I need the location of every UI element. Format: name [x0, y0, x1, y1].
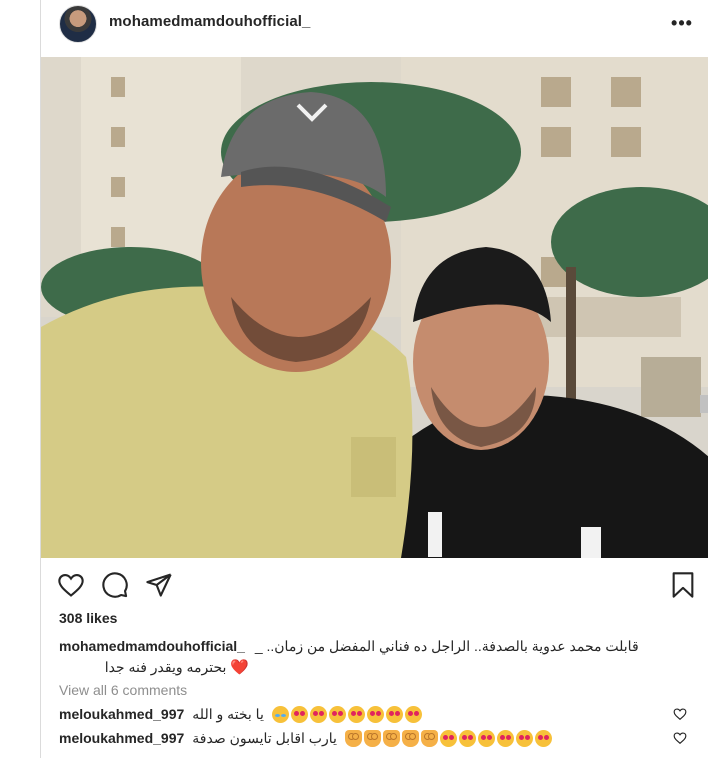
post-caption: mohamedmamdouhofficial_ قابلت محمد عدوية…: [59, 636, 689, 678]
heart-eyes-emoji-icon: [290, 705, 308, 723]
post-photo[interactable]: [41, 57, 708, 558]
comment-row: meloukahmed_997 يارب اقابل تايسون صدفة: [59, 727, 699, 749]
profile-avatar[interactable]: [59, 5, 97, 43]
heart-eyes-emoji-icon: [328, 705, 346, 723]
page-scrollbar[interactable]: [700, 395, 708, 413]
heart-eyes-emoji-icon: [347, 705, 365, 723]
comment-like-heart-icon[interactable]: [673, 707, 687, 721]
heart-eyes-emoji-icon: [458, 729, 476, 747]
praying-hands-emoji-icon: [401, 729, 419, 747]
instagram-post: mohamedmamdouhofficial_ ••• 308 likes mo…: [40, 0, 708, 758]
caption-username[interactable]: mohamedmamdouhofficial_: [59, 638, 245, 654]
comment-text: يارب اقابل تايسون صدفة: [192, 729, 337, 746]
like-heart-icon[interactable]: [57, 571, 85, 599]
comment-icon[interactable]: [101, 571, 129, 599]
action-bar: [41, 565, 708, 605]
praying-hands-emoji-icon: [382, 729, 400, 747]
heart-eyes-emoji-icon: [515, 729, 533, 747]
comment-username[interactable]: meloukahmed_997: [59, 706, 184, 722]
heart-eyes-emoji-icon: [366, 705, 384, 723]
comment-like-heart-icon[interactable]: [673, 731, 687, 745]
heart-eyes-emoji-icon: [534, 729, 552, 747]
heart-eyes-emoji-icon: [385, 705, 403, 723]
praying-hands-emoji-icon: [420, 729, 438, 747]
comment-text: يا بخته و الله: [192, 705, 264, 722]
laughing-emoji-icon: [271, 705, 289, 723]
comment-emojis: [270, 705, 422, 723]
share-icon[interactable]: [145, 571, 173, 599]
heart-eyes-emoji-icon: [309, 705, 327, 723]
caption-text-line2: بحترمه ويقدر فنه جدا: [104, 659, 227, 675]
likes-count[interactable]: 308 likes: [59, 610, 117, 626]
view-all-comments-link[interactable]: View all 6 comments: [59, 682, 187, 698]
caption-line2-wrap: ❤️ بحترمه ويقدر فنه جدا: [59, 657, 249, 678]
heart-eyes-emoji-icon: [439, 729, 457, 747]
comment-row: meloukahmed_997 يا بخته و الله: [59, 703, 699, 725]
red-heart-emoji-icon: ❤️: [230, 659, 249, 676]
photo-illustration: [41, 57, 708, 558]
more-horizontal-icon[interactable]: •••: [671, 12, 693, 34]
post-header: mohamedmamdouhofficial_ •••: [41, 0, 708, 52]
comment-emojis: [343, 729, 552, 747]
caption-text-line1: قابلت محمد عدوية بالصدفة.. الراجل ده فنا…: [254, 638, 639, 654]
heart-eyes-emoji-icon: [496, 729, 514, 747]
comment-username[interactable]: meloukahmed_997: [59, 730, 184, 746]
praying-hands-emoji-icon: [344, 729, 362, 747]
praying-hands-emoji-icon: [363, 729, 381, 747]
post-username[interactable]: mohamedmamdouhofficial_: [109, 13, 311, 30]
save-bookmark-icon[interactable]: [669, 571, 697, 599]
heart-eyes-emoji-icon: [477, 729, 495, 747]
heart-eyes-emoji-icon: [404, 705, 422, 723]
